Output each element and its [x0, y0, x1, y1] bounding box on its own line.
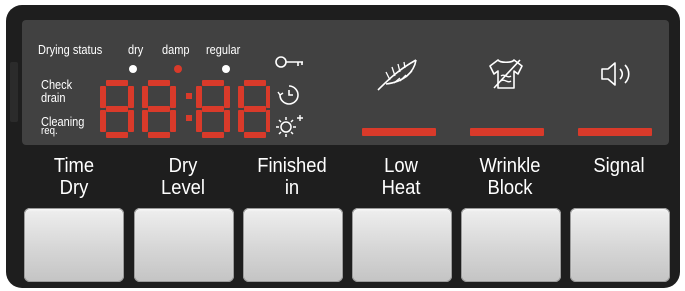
light-icon [276, 115, 303, 137]
finished-in-button[interactable] [243, 208, 343, 282]
digit-3-segment-e [238, 110, 244, 132]
display-screen: Drying status dry damp regular Check dra… [22, 20, 669, 145]
shirt-icon [489, 59, 523, 89]
digit-2-segment-c [224, 110, 230, 132]
digit-0-segment-g [106, 106, 128, 112]
digit-2-segment-g [202, 106, 224, 112]
low-heat-label: Low Heat [381, 155, 421, 199]
digit-0-segment-f [100, 86, 106, 108]
key-icon [275, 56, 303, 68]
wrinkle-block-indicator-bar [470, 128, 544, 136]
digit-0-segment-e [100, 110, 106, 132]
finished-in-label: Finished in [257, 155, 327, 199]
wrinkle-block-label: Wrinkle Block [479, 155, 541, 199]
cleaning-req-label-line2: req. [41, 125, 58, 137]
digit-3-segment-a [244, 80, 266, 86]
level-dry-label: dry [128, 43, 144, 57]
drying-status-label: Drying status [38, 43, 103, 57]
digit-1-segment-b [170, 86, 176, 108]
level-regular-label: regular [206, 43, 241, 57]
digit-3-segment-c [266, 110, 270, 132]
dry-level-label: Dry Level [161, 155, 205, 199]
level-damp-label: damp [162, 43, 190, 57]
digit-0-segment-a [106, 80, 128, 86]
dry-indicator [129, 65, 137, 73]
panel-edge [10, 62, 18, 122]
dry-level-button[interactable] [134, 208, 234, 282]
digit-3-segment-d [244, 132, 266, 138]
signal-indicator-bar [578, 128, 652, 136]
time-dry-label: Time Dry [53, 155, 95, 199]
colon-dot-0 [186, 93, 192, 99]
digit-1-segment-e [142, 110, 148, 132]
colon-dot-1 [186, 115, 192, 121]
damp-indicator [174, 65, 182, 73]
digit-2-segment-d [202, 132, 224, 138]
wrinkle-block-button[interactable] [461, 208, 561, 282]
digit-0-segment-b [128, 86, 134, 108]
digit-1-segment-a [148, 80, 170, 86]
digit-0-segment-c [128, 110, 134, 132]
feather-icon [377, 59, 417, 91]
low-heat-button[interactable] [352, 208, 452, 282]
digit-3-segment-b [266, 86, 270, 108]
digit-2-segment-e [196, 110, 202, 132]
time-dry-button[interactable] [24, 208, 124, 282]
digit-3-segment-f [238, 86, 244, 108]
signal-button[interactable] [570, 208, 670, 282]
digit-1-segment-f [142, 86, 148, 108]
check-drain-label-line1: Check [41, 78, 73, 92]
digit-2-segment-b [224, 86, 230, 108]
signal-label: Signal [593, 155, 645, 177]
digit-2-segment-a [202, 80, 224, 86]
speaker-icon [601, 62, 630, 86]
digit-3-segment-g [244, 106, 266, 112]
check-drain-label-line2: drain [41, 91, 66, 105]
digit-1-segment-c [170, 110, 176, 132]
digit-1-segment-d [148, 132, 170, 138]
digit-1-segment-g [148, 106, 170, 112]
regular-indicator [222, 65, 230, 73]
digit-2-segment-f [196, 86, 202, 108]
seven-segment-display [100, 80, 270, 138]
low-heat-indicator-bar [362, 128, 436, 136]
digit-0-segment-d [106, 132, 128, 138]
timer-icon [277, 85, 299, 105]
